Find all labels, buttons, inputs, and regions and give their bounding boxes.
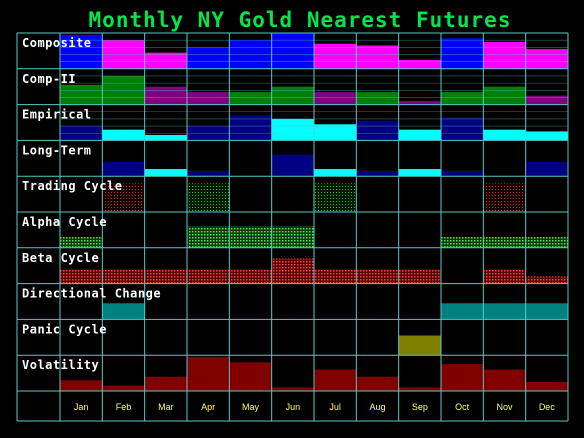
bar-volatility-nov <box>483 369 526 391</box>
bar-beta-cycle-aug <box>356 269 399 284</box>
month-label-mar: Mar <box>158 402 174 412</box>
bar-empirical-oct <box>441 117 484 141</box>
bar-volatility-may <box>229 362 272 391</box>
month-label-jun: Jun <box>286 402 301 412</box>
bar-alpha-cycle-oct <box>441 237 484 248</box>
month-label-aug: Aug <box>369 402 385 412</box>
bar-long-term-oct <box>441 170 484 177</box>
bar-alpha-cycle-dec <box>525 237 568 248</box>
bar-directional-change-dec <box>525 303 568 320</box>
bar-trading-cycle-nov <box>483 183 526 212</box>
bar-long-term-apr <box>187 170 230 177</box>
bar-volatility-dec <box>525 382 568 391</box>
bar-comp-ii-mar <box>144 86 187 105</box>
bar-directional-change-feb <box>102 303 145 320</box>
bar-comp-ii-oct <box>441 92 484 105</box>
bar-comp-ii-jul <box>314 92 357 105</box>
bar-trading-cycle-apr <box>187 183 230 212</box>
bar-long-term-feb <box>102 161 145 177</box>
row-label-composite: Composite <box>22 36 92 50</box>
bar-composite-sep <box>398 59 441 69</box>
bar-comp-ii-aug <box>356 92 399 105</box>
month-label-oct: Oct <box>455 402 470 412</box>
bar-volatility-apr <box>187 356 230 391</box>
bar-beta-cycle-dec <box>525 276 568 284</box>
bar-empirical-dec <box>525 131 568 141</box>
bar-composite-jun <box>271 33 314 69</box>
bar-comp-ii-may <box>229 92 272 105</box>
bar-composite-dec <box>525 49 568 69</box>
row-label-comp-ii: Comp-II <box>22 72 76 86</box>
row-label-volatility: Volatility <box>22 358 99 372</box>
bar-long-term-jun <box>271 154 314 177</box>
bar-comp-ii-nov <box>483 86 526 105</box>
bar-alpha-cycle-jun <box>271 226 314 248</box>
row-label-panic-cycle: Panic Cycle <box>22 322 107 336</box>
month-label-apr: Apr <box>201 402 215 412</box>
bar-trading-cycle-jul <box>314 183 357 212</box>
bar-composite-apr <box>187 47 230 69</box>
bar-composite-aug <box>356 45 399 69</box>
bar-alpha-cycle-jan <box>60 237 103 248</box>
bar-empirical-aug <box>356 120 399 141</box>
bar-comp-ii-sep <box>398 101 441 105</box>
bar-alpha-cycle-may <box>229 226 272 248</box>
bar-alpha-cycle-nov <box>483 237 526 248</box>
bar-empirical-nov <box>483 129 526 141</box>
row-label-trading-cycle: Trading Cycle <box>22 179 122 193</box>
bar-beta-cycle-apr <box>187 269 230 284</box>
bar-comp-ii-jan <box>60 84 103 105</box>
chart-title: Monthly NY Gold Nearest Futures <box>89 8 512 32</box>
bar-composite-mar <box>144 52 187 69</box>
bar-volatility-jan <box>60 380 103 391</box>
bar-volatility-mar <box>144 376 187 391</box>
bar-long-term-jul <box>314 169 357 177</box>
bar-alpha-cycle-apr <box>187 226 230 248</box>
bar-volatility-feb <box>102 385 145 391</box>
bar-comp-ii-dec <box>525 95 568 105</box>
bar-volatility-oct <box>441 364 484 391</box>
row-label-directional-change: Directional Change <box>22 287 161 301</box>
bar-empirical-feb <box>102 129 145 141</box>
bar-empirical-jun <box>271 118 314 141</box>
bar-long-term-sep <box>398 169 441 177</box>
bar-beta-cycle-may <box>229 269 272 284</box>
month-label-jul: Jul <box>329 402 341 412</box>
chart: Monthly NY Gold Nearest Futures Composit… <box>16 8 569 422</box>
bar-beta-cycle-jun <box>271 258 314 284</box>
bar-beta-cycle-mar <box>144 269 187 284</box>
bar-beta-cycle-feb <box>102 269 145 284</box>
bar-volatility-aug <box>356 376 399 391</box>
bar-volatility-jun <box>271 387 314 391</box>
bar-empirical-jul <box>314 124 357 141</box>
bar-composite-nov <box>483 41 526 69</box>
month-label-sep: Sep <box>412 402 428 412</box>
bar-directional-change-nov <box>483 303 526 320</box>
bar-volatility-jul <box>314 369 357 391</box>
bar-composite-oct <box>441 38 484 69</box>
month-label-nov: Nov <box>496 402 513 412</box>
row-label-empirical: Empirical <box>22 108 92 122</box>
month-label-may: May <box>242 402 260 412</box>
bar-long-term-dec <box>525 161 568 177</box>
bar-beta-cycle-jan <box>60 269 103 284</box>
month-label-jan: Jan <box>74 402 89 412</box>
row-label-beta-cycle: Beta Cycle <box>22 251 99 265</box>
bar-long-term-mar <box>144 169 187 177</box>
bar-panic-cycle-sep <box>398 335 441 356</box>
bar-comp-ii-apr <box>187 92 230 105</box>
bar-beta-cycle-jul <box>314 269 357 284</box>
bar-empirical-sep <box>398 129 441 141</box>
row-label-long-term: Long-Term <box>22 143 92 157</box>
bar-volatility-sep <box>398 387 441 391</box>
month-label-dec: Dec <box>539 402 556 412</box>
row-label-alpha-cycle: Alpha Cycle <box>22 215 107 229</box>
bar-long-term-aug <box>356 170 399 177</box>
bar-beta-cycle-sep <box>398 269 441 284</box>
bar-empirical-mar <box>144 135 187 141</box>
bar-comp-ii-jun <box>271 86 314 105</box>
bar-directional-change-oct <box>441 303 484 320</box>
month-label-feb: Feb <box>116 402 132 412</box>
bar-beta-cycle-nov <box>483 269 526 284</box>
